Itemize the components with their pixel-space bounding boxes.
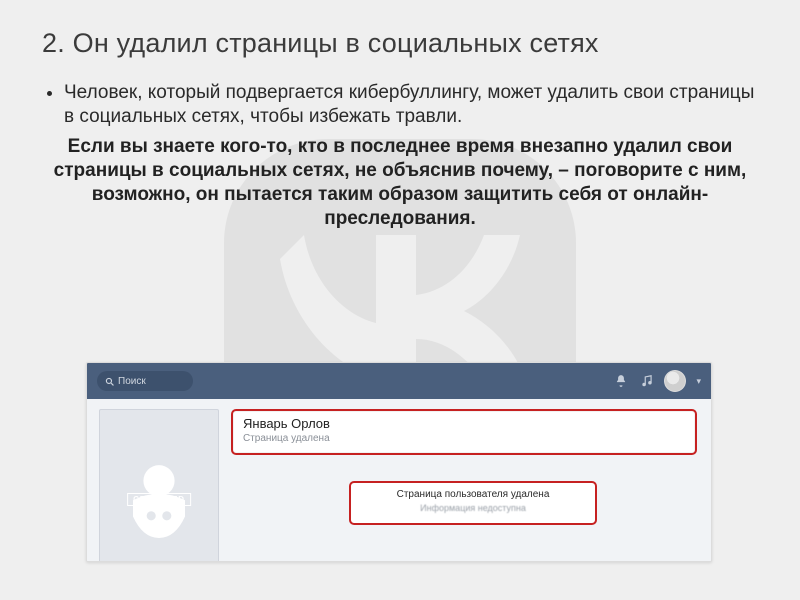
deleted-subtitle: Информация недоступна: [359, 503, 587, 513]
search-icon: [105, 377, 114, 386]
social-profile-screenshot: Поиск ▾ C: [86, 362, 712, 562]
chevron-down-icon[interactable]: ▾: [696, 376, 701, 387]
user-name: Январь Орлов: [243, 416, 685, 431]
music-icon[interactable]: [638, 372, 656, 390]
bullet-item: Человек, который подвергается кибербулли…: [64, 81, 758, 129]
notifications-icon[interactable]: [612, 372, 630, 390]
profile-picture: CENSORED: [99, 409, 219, 562]
bold-paragraph: Если вы знаете кого-то, кто в последнее …: [42, 135, 758, 232]
bullet-list: Человек, который подвергается кибербулли…: [42, 81, 758, 129]
deleted-message-box: Страница пользователя удалена Информация…: [349, 481, 597, 525]
deleted-title: Страница пользователя удалена: [359, 489, 587, 500]
avatar[interactable]: [664, 370, 686, 392]
user-name-box: Январь Орлов Страница удалена: [231, 409, 697, 455]
slide: 2. Он удалил страницы в социальных сетях…: [0, 0, 800, 600]
slide-title: 2. Он удалил страницы в социальных сетях: [42, 28, 758, 59]
search-box[interactable]: Поиск: [97, 371, 193, 391]
censored-badge: CENSORED: [127, 493, 191, 506]
profile-body: CENSORED Январь Орлов Страница удалена С…: [87, 399, 711, 561]
content-area: 2. Он удалил страницы в социальных сетях…: [0, 0, 800, 232]
search-placeholder: Поиск: [118, 376, 146, 387]
topbar: Поиск ▾: [87, 363, 711, 399]
user-status: Страница удалена: [243, 433, 685, 444]
